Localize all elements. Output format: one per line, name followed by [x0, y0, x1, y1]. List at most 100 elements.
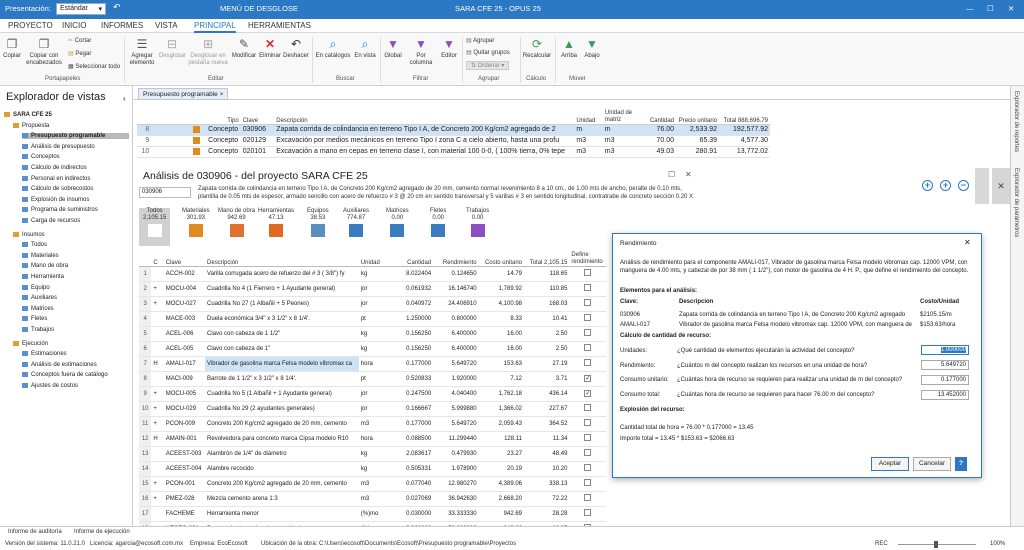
sidebar-item-9[interactable]: Programa de suministros: [22, 207, 98, 213]
col-descripcion[interactable]: Descripción: [274, 102, 575, 125]
table-row[interactable]: 10 + MOCU-029 Cuadrilla No 29 (2 ayudantes …: [139, 401, 606, 417]
sidebar-item-21[interactable]: Ejecución: [13, 340, 48, 347]
col-unidad[interactable]: Unidad: [574, 102, 603, 125]
table-row[interactable]: 16 + PMEZ-028 Mezcla cemento arena 1:3 m3 0.0…: [139, 491, 606, 507]
define-rendimiento-checkbox[interactable]: [584, 419, 592, 426]
category-tab-4[interactable]: Equipos 38.53: [307, 208, 329, 237]
category-tab-8[interactable]: Trabajos 0.00: [466, 208, 489, 237]
sidebar-item-5[interactable]: Cálculo de indirectos: [22, 165, 87, 171]
table-row[interactable]: 9 Concepto 020129 Excavación por medios mec…: [137, 135, 770, 147]
sidebar-item-23[interactable]: Análisis de estimaciones: [22, 361, 97, 368]
quitar-grupos-button[interactable]: ▤ Quitar grupos: [466, 49, 510, 56]
col-c[interactable]: C: [151, 248, 164, 267]
define-rendimiento-checkbox[interactable]: [584, 434, 592, 441]
sidebar-item-15[interactable]: Herramienta: [22, 274, 64, 280]
col-rendimiento[interactable]: Rendimiento: [433, 248, 479, 267]
cell-define-rendimiento[interactable]: [569, 401, 606, 417]
seleccionar-todo-button[interactable]: ▦ Seleccionar todo: [68, 63, 120, 70]
define-rendimiento-checkbox[interactable]: [584, 479, 592, 486]
agregar-elemento-button[interactable]: ☰ Agregar elemento: [126, 37, 158, 67]
sidebar-item-17[interactable]: Auxiliares: [22, 295, 57, 301]
define-rendimiento-checkbox[interactable]: [584, 509, 592, 516]
cell-define-rendimiento[interactable]: [569, 356, 606, 372]
table-row[interactable]: 15 + PCON-001 Concreto 200 Kg/cm2 agregado …: [139, 476, 606, 492]
sidebar-item-4[interactable]: Conceptos: [22, 154, 60, 160]
desglosar-pestana-button[interactable]: ⊞ Desglosar en pestaña nueva: [186, 37, 230, 67]
sidebar-item-7[interactable]: Cálculo de sobrecostos: [22, 186, 93, 192]
col-precio-unitario[interactable]: Precio unitario: [676, 102, 720, 125]
table-row[interactable]: 7 H AMALI-017 Vibrador de gasolina marca Fe…: [139, 356, 606, 372]
close-window-button[interactable]: ✕: [1008, 4, 1014, 13]
category-tab-3[interactable]: Herramientas 47.13: [258, 208, 294, 237]
category-tab-7[interactable]: Fletes 0.00: [430, 208, 446, 237]
consumo-unitario-input[interactable]: 0.177000: [921, 375, 969, 385]
ejecucion-report-link[interactable]: Informe de ejecución: [74, 529, 130, 535]
cell-define-rendimiento[interactable]: [569, 461, 606, 477]
table-row[interactable]: 14 ACEEST-004 Alambre recocido kg 0.505331 1.…: [139, 461, 606, 477]
help-button[interactable]: ?: [955, 457, 967, 471]
aceptar-button[interactable]: Aceptar: [871, 457, 909, 471]
copiar-encabezados-button[interactable]: ❐ Copiar con encabezados: [24, 37, 64, 67]
global-filter-button[interactable]: ▼ Global: [382, 37, 404, 60]
table-row[interactable]: 13 ACEEST-003 Alambrón de 1/4" de diámetro…: [139, 446, 606, 462]
col-clave[interactable]: Clave: [163, 248, 206, 267]
pegar-button[interactable]: ▤ Pegar: [68, 50, 91, 57]
cell-define-rendimiento[interactable]: ✓: [569, 371, 606, 387]
cell-define-rendimiento[interactable]: [569, 506, 606, 522]
table-row[interactable]: 11 + PCON-009 Concreto 200 Kg/cm2 agregado …: [139, 416, 606, 432]
maximize-button[interactable]: ☐: [987, 4, 994, 13]
table-row[interactable]: 8 Concepto 030906 Zapata corrida de colinda…: [137, 124, 770, 136]
ordenar-dropdown[interactable]: ⇅ Ordenar ▾: [466, 61, 510, 70]
cell-define-rendimiento[interactable]: [569, 266, 606, 282]
sidebar-item-25[interactable]: Ajustes de costos: [22, 383, 78, 389]
define-rendimiento-checkbox[interactable]: [584, 449, 592, 456]
sidebar-item-16[interactable]: Equipo: [22, 284, 50, 291]
sidebar-item-22[interactable]: Estimaciones: [22, 351, 67, 357]
col-clave[interactable]: Clave: [240, 102, 275, 125]
en-vista-button[interactable]: ⌕ En vista: [352, 37, 378, 60]
pin-icon[interactable]: ‹: [123, 94, 126, 103]
menu-informes[interactable]: INFORMES: [101, 21, 143, 30]
deshacer-button[interactable]: ↶ Deshacer: [283, 37, 309, 60]
reportes-explorer-tab[interactable]: Explorador de reportes: [1013, 91, 1019, 152]
cell-define-rendimiento[interactable]: [569, 491, 606, 507]
menu-principal[interactable]: PRINCIPAL: [194, 21, 236, 33]
sidebar-item-0[interactable]: SARA CFE 25: [4, 112, 52, 118]
col-unidad-matriz[interactable]: Unidad de matriz: [602, 102, 642, 125]
col-cantidad[interactable]: Cantidad: [385, 248, 434, 267]
sidebar-item-12[interactable]: Todos: [22, 242, 47, 248]
sidebar-item-14[interactable]: Mano de obra: [22, 263, 68, 269]
arriba-button[interactable]: ▲ Arriba: [558, 37, 580, 60]
sidebar-item-8[interactable]: Explosión de insumos: [22, 196, 89, 203]
auditoria-report-link[interactable]: Informe de auditoría: [8, 529, 62, 535]
table-row[interactable]: 1 ACCH-002 Varilla corrugada acero de refu…: [139, 266, 606, 282]
consumo-total-input[interactable]: 13.452000: [921, 390, 969, 400]
sidebar-item-18[interactable]: Matrices: [22, 305, 54, 312]
define-rendimiento-checkbox[interactable]: [584, 284, 592, 291]
col-descripcion[interactable]: Descripción: [205, 248, 359, 267]
table-row[interactable]: 17 FACHEME Herramienta menor (%)mo 0.030000 3…: [139, 506, 606, 522]
table-row[interactable]: 3 + MOCU-027 Cuadrilla No 27 (1 Albañil + 5…: [139, 296, 606, 312]
menu-proyecto[interactable]: PROYECTO: [8, 21, 53, 30]
sidebar-item-3[interactable]: Análisis de presupuesto: [22, 143, 95, 150]
cell-define-rendimiento[interactable]: [569, 341, 606, 357]
col-total[interactable]: Total 888,696.79: [719, 102, 770, 125]
table-row[interactable]: 10 Concepto 020101 Excavación a mano en cep…: [137, 146, 770, 158]
col-tipo[interactable]: Tipo: [206, 102, 241, 125]
category-tab-6[interactable]: Matrices 0.00: [386, 208, 409, 237]
table-row[interactable]: 12 H AMAIN-001 Revolvedora para concreto ma…: [139, 431, 606, 447]
por-columna-button[interactable]: ▼ Por columna: [405, 37, 437, 67]
cell-define-rendimiento[interactable]: [569, 416, 606, 432]
cell-define-rendimiento[interactable]: [569, 446, 606, 462]
category-tab-2[interactable]: Mano de obra 942.69: [218, 208, 255, 237]
cortar-button[interactable]: ✂ Cortar: [68, 37, 91, 44]
sidebar-item-19[interactable]: Fletes: [22, 316, 47, 322]
unidades-input[interactable]: 1.000000: [921, 345, 969, 355]
sidebar-item-6[interactable]: Personal en indirectos: [22, 175, 90, 182]
sidebar-item-11[interactable]: Insumos: [13, 231, 45, 238]
cell-define-rendimiento[interactable]: ✓: [569, 386, 606, 402]
resource-people-icon[interactable]: [975, 168, 989, 204]
define-rendimiento-checkbox[interactable]: [584, 269, 592, 276]
cancelar-button[interactable]: Cancelar: [913, 457, 951, 471]
rendimiento-input[interactable]: 5.649720: [921, 360, 969, 370]
